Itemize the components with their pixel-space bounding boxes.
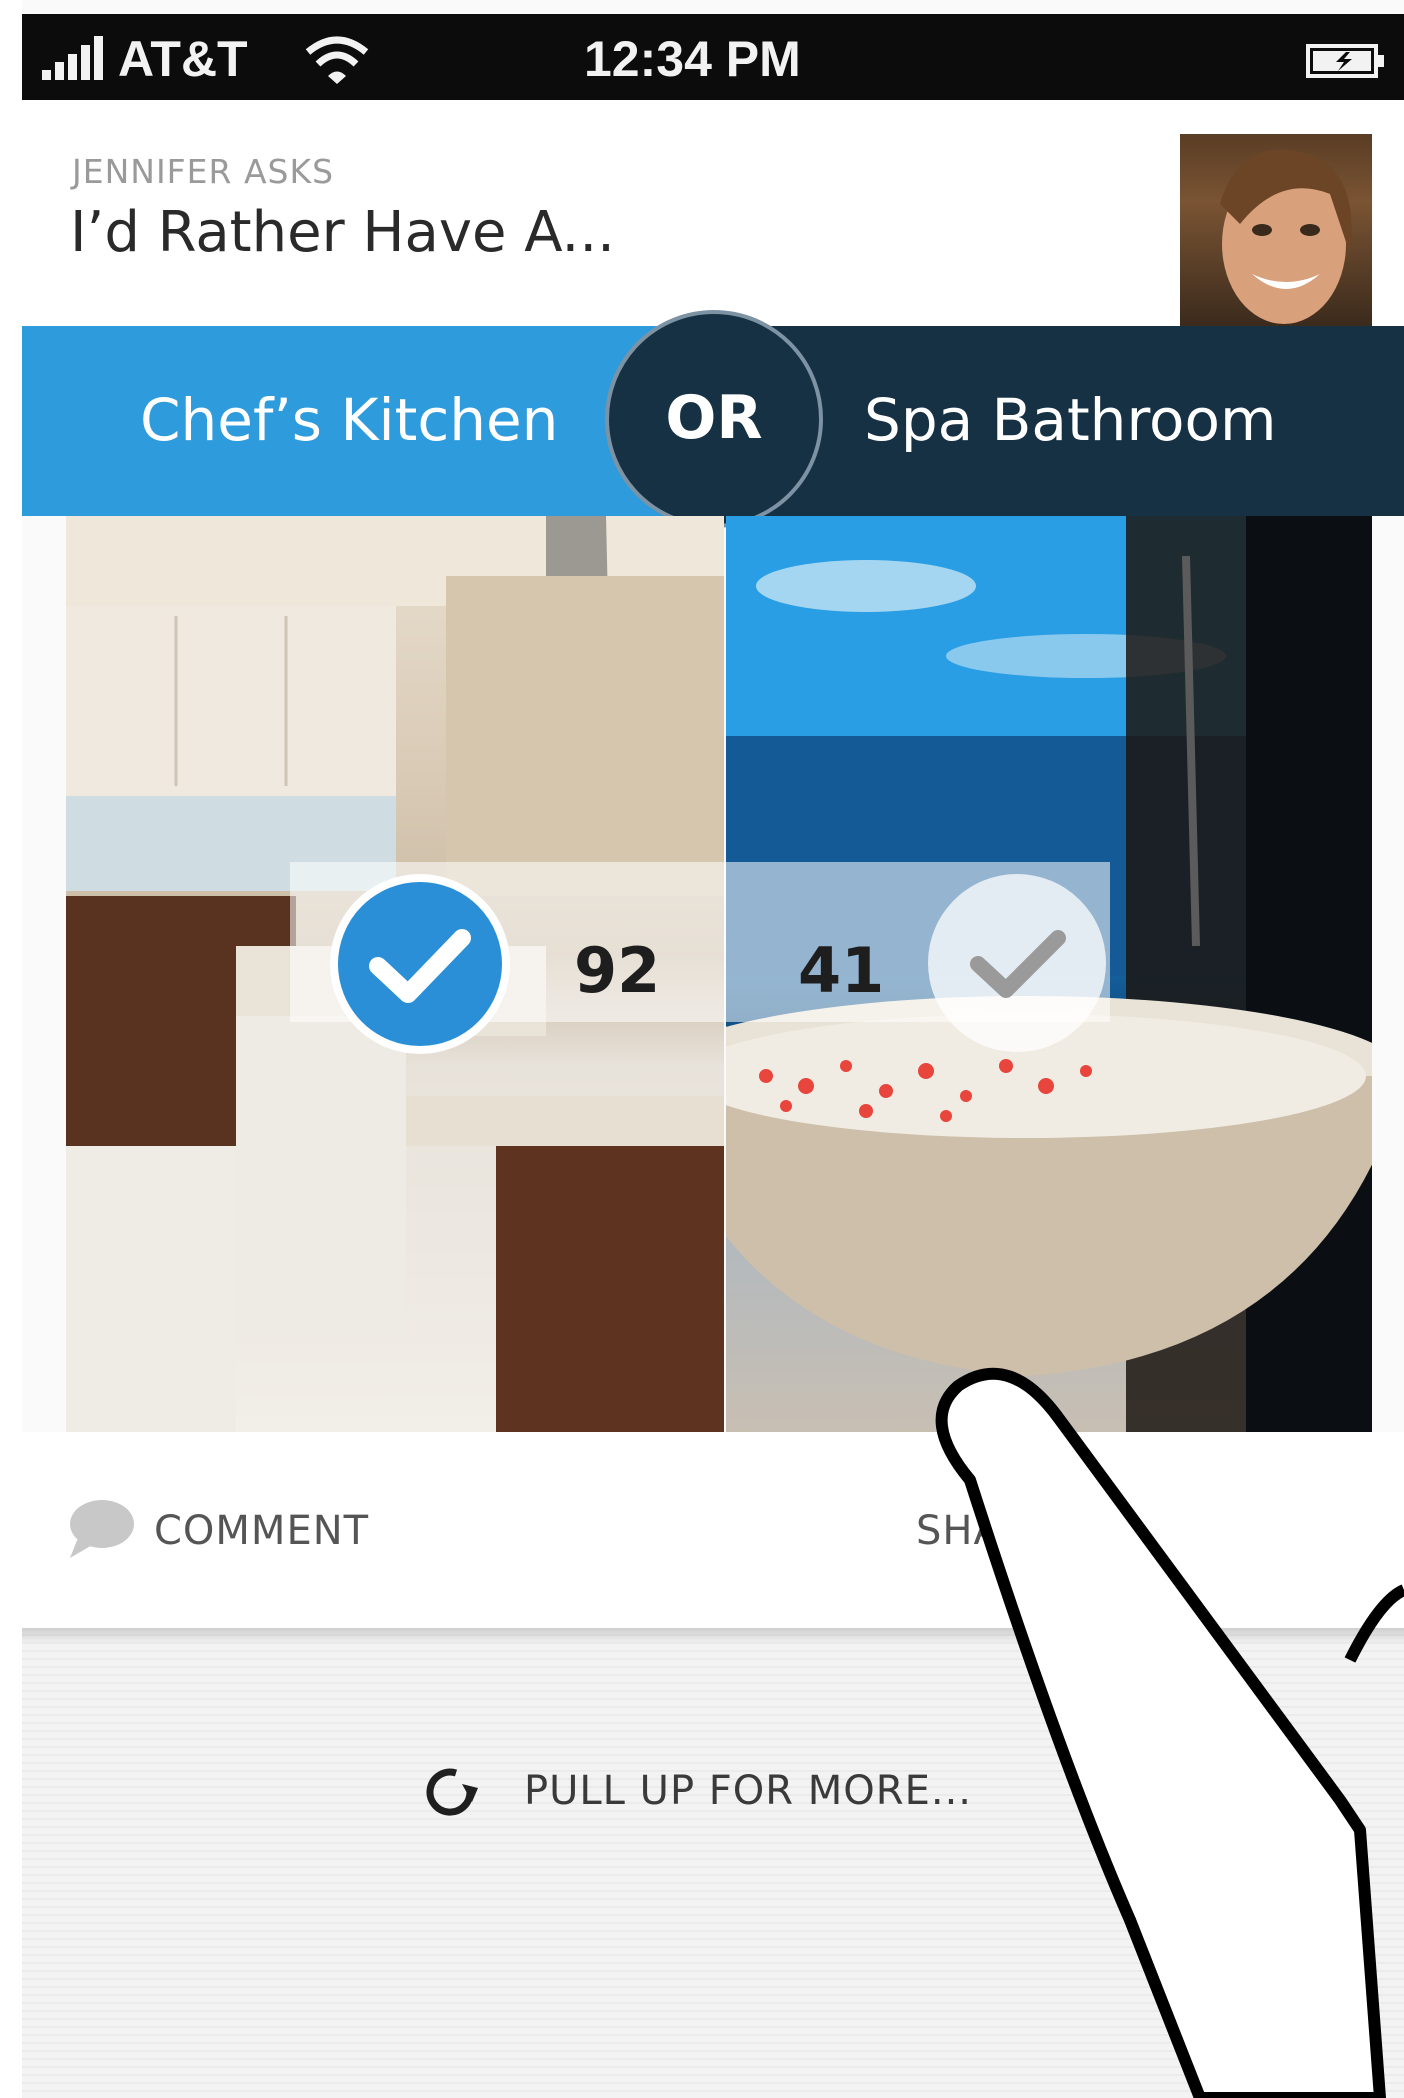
comment-button[interactable]: COMMENT	[154, 1508, 369, 1554]
vote-right-button[interactable]	[928, 874, 1106, 1052]
carrier-name: AT&T	[118, 31, 248, 87]
vote-left-button[interactable]	[330, 874, 510, 1054]
hand-gesture-icon	[935, 1367, 1404, 2098]
choice-right-option[interactable]: Spa Bathroom	[722, 326, 1404, 516]
choice-left-label: Chef’s Kitchen	[140, 386, 559, 454]
refresh-icon	[426, 1768, 478, 1816]
asker-label: JENNIFER ASKS	[72, 152, 335, 191]
vote-count-right: 41	[798, 934, 885, 1007]
wifi-icon	[305, 36, 369, 84]
comment-icon	[70, 1500, 134, 1558]
avatar[interactable]	[1180, 134, 1372, 328]
status-bar: AT&T 12:34 PM	[22, 14, 1404, 100]
clock: 12:34 PM	[584, 31, 801, 87]
question-header: JENNIFER ASKS I’d Rather Have A...	[22, 100, 1404, 328]
checkmark-icon	[970, 930, 1066, 998]
choice-right-label: Spa Bathroom	[864, 386, 1277, 454]
vote-count-left: 92	[574, 934, 661, 1007]
avatar-photo	[1220, 149, 1352, 324]
or-badge: OR	[605, 310, 823, 528]
question-title: I’d Rather Have A...	[70, 200, 615, 265]
signal-icon	[42, 36, 103, 80]
choice-bar: Chef’s Kitchen Spa Bathroom OR	[22, 310, 1404, 528]
battery-charging-icon	[1306, 44, 1384, 78]
checkmark-icon	[369, 929, 471, 1003]
